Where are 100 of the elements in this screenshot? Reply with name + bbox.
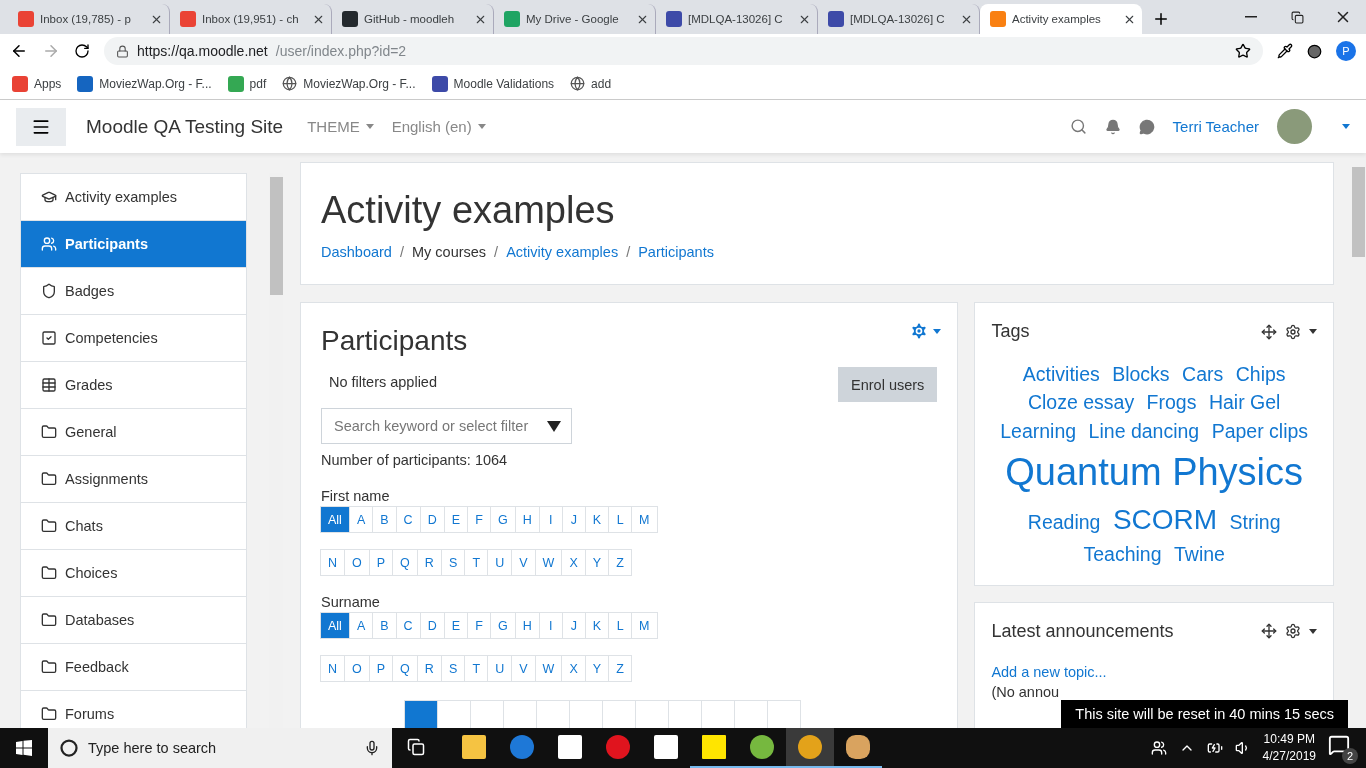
tag-link[interactable]: Teaching	[1083, 543, 1162, 566]
address-bar[interactable]: https://qa.moodle.net /user/index.php?id=2	[104, 37, 1263, 65]
initial-filter[interactable]: R	[416, 655, 442, 682]
tag-link[interactable]: Blocks	[1112, 363, 1170, 385]
initial-filter[interactable]: L	[608, 506, 633, 533]
bookmark[interactable]: MoviezWap.Org - F...	[282, 76, 416, 91]
initial-filter[interactable]: Q	[392, 549, 418, 576]
site-name[interactable]: Moodle QA Testing Site	[86, 115, 284, 138]
initial-filter[interactable]: L	[608, 612, 633, 639]
back-icon[interactable]	[10, 42, 28, 60]
settings-icon[interactable]	[1285, 323, 1301, 340]
user-avatar[interactable]	[1277, 109, 1312, 144]
caret-icon[interactable]	[1309, 329, 1317, 334]
page-link[interactable]	[404, 700, 438, 728]
bookmark[interactable]: pdf	[227, 75, 267, 92]
dropdown-menu[interactable]: THEME	[307, 118, 374, 135]
profile-avatar[interactable]: P	[1336, 41, 1356, 61]
initial-filter[interactable]: M	[631, 612, 658, 639]
initial-filter[interactable]: D	[419, 612, 445, 639]
initial-filter[interactable]: C	[395, 612, 421, 639]
clock[interactable]: 10:49 PM 4/27/2019	[1262, 731, 1316, 765]
initial-filter[interactable]: Q	[392, 655, 418, 682]
initial-filter[interactable]: X	[561, 655, 586, 682]
initial-filter[interactable]: O	[344, 655, 370, 682]
initial-filter[interactable]: All	[320, 506, 350, 533]
bookmark[interactable]: add	[570, 76, 612, 91]
settings-icon[interactable]	[1285, 623, 1301, 640]
initial-filter[interactable]: B	[372, 506, 397, 533]
breadcrumb-link[interactable]: Dashboard	[321, 244, 392, 260]
move-icon[interactable]	[1261, 623, 1277, 640]
initial-filter[interactable]: H	[514, 612, 540, 639]
people-icon[interactable]	[1150, 740, 1167, 756]
initial-filter[interactable]: X	[561, 549, 586, 576]
bookmark[interactable]: Moodle Validations	[431, 75, 555, 92]
tag-link[interactable]: String	[1229, 510, 1281, 533]
tag-link[interactable]: Activities	[1022, 363, 1100, 385]
tag-link[interactable]: Chips	[1235, 363, 1286, 385]
browser-tab[interactable]: Inbox (19,785) - p	[8, 4, 170, 34]
browser-tab[interactable]: [MDLQA-13026] C	[656, 4, 818, 34]
nav-item[interactable]: Participants	[21, 221, 247, 268]
initial-filter[interactable]: Z	[608, 655, 633, 682]
initial-filter[interactable]: T	[464, 655, 489, 682]
caret-icon[interactable]	[1309, 628, 1317, 634]
tag-link[interactable]: Learning	[1000, 419, 1077, 442]
dropdown-menu[interactable]: English (en)	[391, 118, 486, 135]
tag-link[interactable]: Paper clips	[1211, 419, 1309, 442]
initial-filter[interactable]: W	[534, 655, 563, 682]
browser-tab[interactable]: Inbox (19,951) - ch	[170, 4, 332, 34]
browser-tab[interactable]: Activity examples	[980, 4, 1142, 34]
new-tab-icon[interactable]	[1152, 10, 1170, 28]
chat-icon[interactable]	[1138, 118, 1155, 135]
search-icon[interactable]	[1069, 118, 1087, 135]
user-name[interactable]: Terri Teacher	[1172, 118, 1259, 135]
initial-filter[interactable]: G	[490, 506, 516, 533]
tag-link[interactable]: SCORM	[1112, 503, 1218, 535]
star-icon[interactable]	[1235, 43, 1251, 59]
extension-icon[interactable]	[1307, 43, 1322, 59]
browser-tab[interactable]: [MDLQA-13026] C	[818, 4, 980, 34]
initial-filter[interactable]: I	[538, 506, 563, 533]
tag-link[interactable]: Twine	[1173, 543, 1225, 566]
browser-tab[interactable]: My Drive - Google	[494, 4, 656, 34]
initial-filter[interactable]: M	[631, 506, 658, 533]
initial-filter[interactable]: D	[419, 506, 445, 533]
taskbar-search[interactable]: Type here to search	[48, 728, 392, 768]
initial-filter[interactable]: O	[344, 549, 370, 576]
initial-filter[interactable]: I	[538, 612, 563, 639]
tag-link[interactable]: Hair Gel	[1208, 391, 1281, 414]
initial-filter[interactable]: J	[561, 506, 586, 533]
tag-link[interactable]: Line dancing	[1088, 419, 1200, 442]
tag-link[interactable]: Reading	[1027, 510, 1101, 533]
initial-filter[interactable]: N	[320, 655, 346, 682]
menu-button[interactable]	[16, 107, 66, 146]
tag-link[interactable]: Frogs	[1146, 391, 1197, 414]
battery-icon[interactable]	[1206, 740, 1223, 756]
initial-filter[interactable]: All	[320, 612, 350, 639]
initial-filter[interactable]: G	[490, 612, 516, 639]
microphone-icon[interactable]	[364, 740, 380, 756]
initial-filter[interactable]: N	[320, 549, 346, 576]
initial-filter[interactable]: U	[487, 549, 513, 576]
initial-filter[interactable]: F	[467, 612, 491, 639]
initial-filter[interactable]: V	[511, 549, 536, 576]
bookmark[interactable]: Apps	[12, 75, 62, 92]
initial-filter[interactable]: W	[534, 549, 563, 576]
tag-link[interactable]: Cars	[1182, 363, 1224, 385]
initial-filter[interactable]: H	[514, 506, 540, 533]
tag-link[interactable]: Cloze essay	[1027, 391, 1135, 414]
breadcrumb-link[interactable]: Activity examples	[506, 244, 619, 260]
bell-icon[interactable]	[1104, 118, 1121, 135]
reload-icon[interactable]	[74, 43, 90, 59]
add-topic-link[interactable]: Add a new topic...	[991, 663, 1317, 680]
browser-tab[interactable]: GitHub - moodleh	[332, 4, 494, 34]
eyedropper-icon[interactable]	[1277, 43, 1293, 59]
filter-select[interactable]: Search keyword or select filter	[321, 408, 572, 444]
move-icon[interactable]	[1261, 323, 1277, 340]
initial-filter[interactable]: Z	[608, 549, 633, 576]
tag-link[interactable]: Quantum Physics	[1005, 450, 1304, 493]
notification-button[interactable]: 2	[1328, 734, 1356, 762]
settings-menu[interactable]	[909, 321, 942, 341]
initial-filter[interactable]: R	[416, 549, 442, 576]
initial-filter[interactable]: B	[372, 612, 397, 639]
